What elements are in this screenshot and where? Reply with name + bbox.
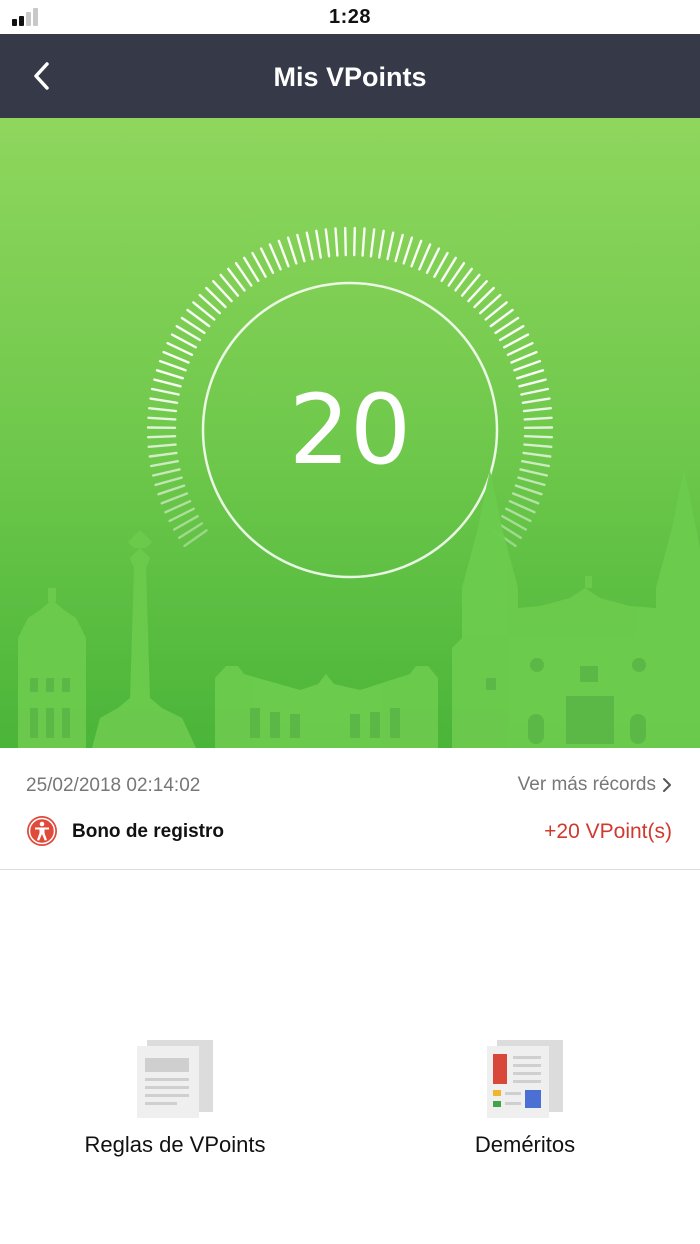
gauge-tick [521, 460, 550, 468]
rules-document-icon [137, 1040, 213, 1118]
gauge-tick [514, 484, 543, 496]
gauge-tick [147, 407, 178, 413]
page-title: Mis VPoints [273, 62, 427, 92]
gauge-tick [160, 492, 189, 505]
gauge-tick [151, 468, 181, 477]
gauge-tick [146, 435, 177, 439]
record-title: Bono de registro [72, 821, 225, 842]
gauge-tick [158, 359, 187, 372]
gauge-tick [505, 507, 532, 523]
gauge-tick [286, 236, 298, 265]
gauge-tick [259, 247, 275, 275]
gauge-tick [344, 226, 347, 257]
gauge-tick [168, 507, 195, 523]
gauge-tick [149, 397, 179, 404]
gauge-tick [517, 476, 546, 487]
chevron-right-icon [663, 778, 671, 792]
gauge-tick [361, 227, 366, 257]
gauge-tick [147, 416, 177, 421]
gauge-tick [506, 341, 534, 357]
gauge-tick [277, 239, 290, 268]
gauge-tick [296, 233, 306, 263]
gauge-tick [523, 435, 554, 439]
gauge-tick [523, 443, 553, 448]
gauge-tick [369, 228, 376, 258]
gauge-tick [402, 236, 414, 265]
gauge-tick [513, 359, 542, 372]
status-bar: 1:28 [0, 0, 700, 34]
gauge-tick [268, 243, 282, 271]
demerits-label: Deméritos [474, 1132, 576, 1157]
gauge-tick [315, 229, 322, 259]
registration-bonus-icon [27, 816, 57, 846]
gauge-tick [324, 228, 331, 258]
demerits-document-icon [487, 1040, 563, 1118]
nav-bar: Mis VPoints [0, 34, 700, 118]
gauge-tick [520, 387, 549, 396]
gauge-tick [508, 500, 536, 514]
latest-record: 25/02/2018 02:14:02 Ver más récords Bono… [0, 748, 700, 870]
gauge-tick [410, 239, 423, 268]
gauge-tick [150, 387, 180, 396]
points-value: 20 [288, 374, 412, 486]
gauge-tick [522, 407, 552, 413]
gauge-tick [516, 369, 545, 380]
gauge-tick [153, 378, 182, 388]
gauge-tick [418, 243, 432, 271]
gauge-tick [147, 443, 177, 448]
more-records-link[interactable]: Ver más récords [518, 774, 672, 796]
gauge-tick [523, 416, 553, 421]
gauge-tick [166, 341, 194, 357]
gauge-tick [519, 468, 548, 477]
record-date: 25/02/2018 02:14:02 [26, 775, 201, 796]
more-records-label: Ver más récords [517, 774, 656, 795]
vpoints-rules-button[interactable]: Reglas de VPoints [35, 1038, 315, 1178]
gauge-tick [522, 451, 552, 458]
gauge-tick [162, 350, 190, 364]
gauge-tick [155, 369, 185, 380]
status-time: 1:28 [328, 6, 372, 28]
gauge-tick [386, 231, 395, 261]
gauge-tick [511, 492, 540, 505]
vpoints-rules-label: Reglas de VPoints [84, 1132, 266, 1157]
gauge-tick [305, 231, 314, 261]
gauge-tick [425, 247, 441, 275]
gauge-tick [334, 227, 339, 257]
gauge-tick [394, 233, 404, 263]
gauge-tick [353, 226, 356, 257]
gauge-tick [154, 476, 183, 487]
gauge-tick [164, 500, 192, 514]
gauge-tick [157, 484, 186, 496]
record-points: +20 VPoint(s) [544, 820, 672, 843]
gauge-tick [378, 229, 385, 259]
points-hero: 20 [0, 118, 700, 748]
gauge-tick [510, 350, 538, 364]
gauge-tick [148, 451, 178, 458]
gauge-tick [521, 397, 551, 404]
gauge-tick [149, 460, 180, 468]
gauge-tick [518, 378, 547, 388]
demerits-button[interactable]: Deméritos [385, 1038, 665, 1178]
